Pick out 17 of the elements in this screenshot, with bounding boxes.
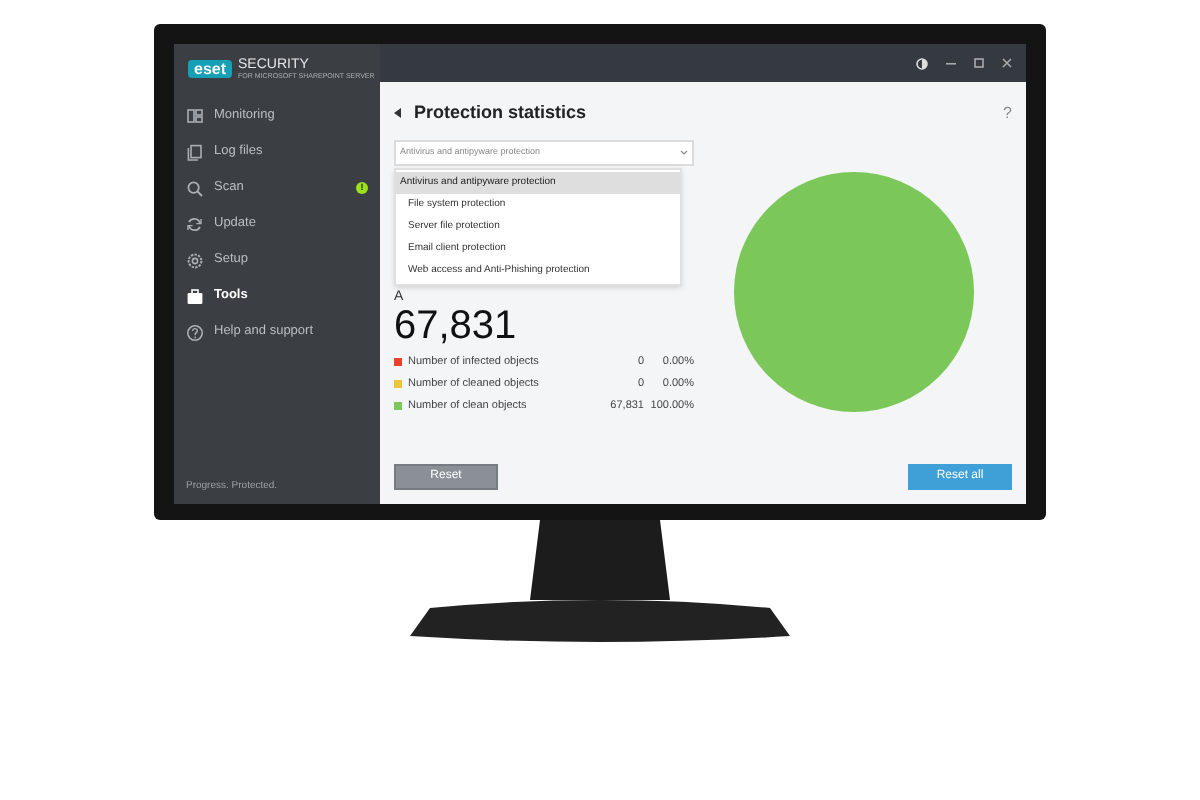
minimize-icon[interactable] [946,61,956,65]
close-icon[interactable] [1002,58,1012,68]
help-icon [186,323,204,341]
page-title: Protection statistics [414,100,587,126]
logo: eset [188,60,233,78]
caret-icon [680,149,688,155]
contrast-icon[interactable] [916,57,928,69]
maximize-icon[interactable] [974,58,984,68]
refresh-icon [186,215,204,233]
settings-icon [186,251,204,269]
document-stack-icon [186,143,204,161]
total-count: 67,831 [394,303,519,347]
back-icon[interactable] [394,108,402,119]
help-link[interactable]: ? [1003,101,1012,126]
toolbox-icon [186,287,204,305]
dashboard-icon [186,107,204,125]
search-icon [186,179,204,197]
